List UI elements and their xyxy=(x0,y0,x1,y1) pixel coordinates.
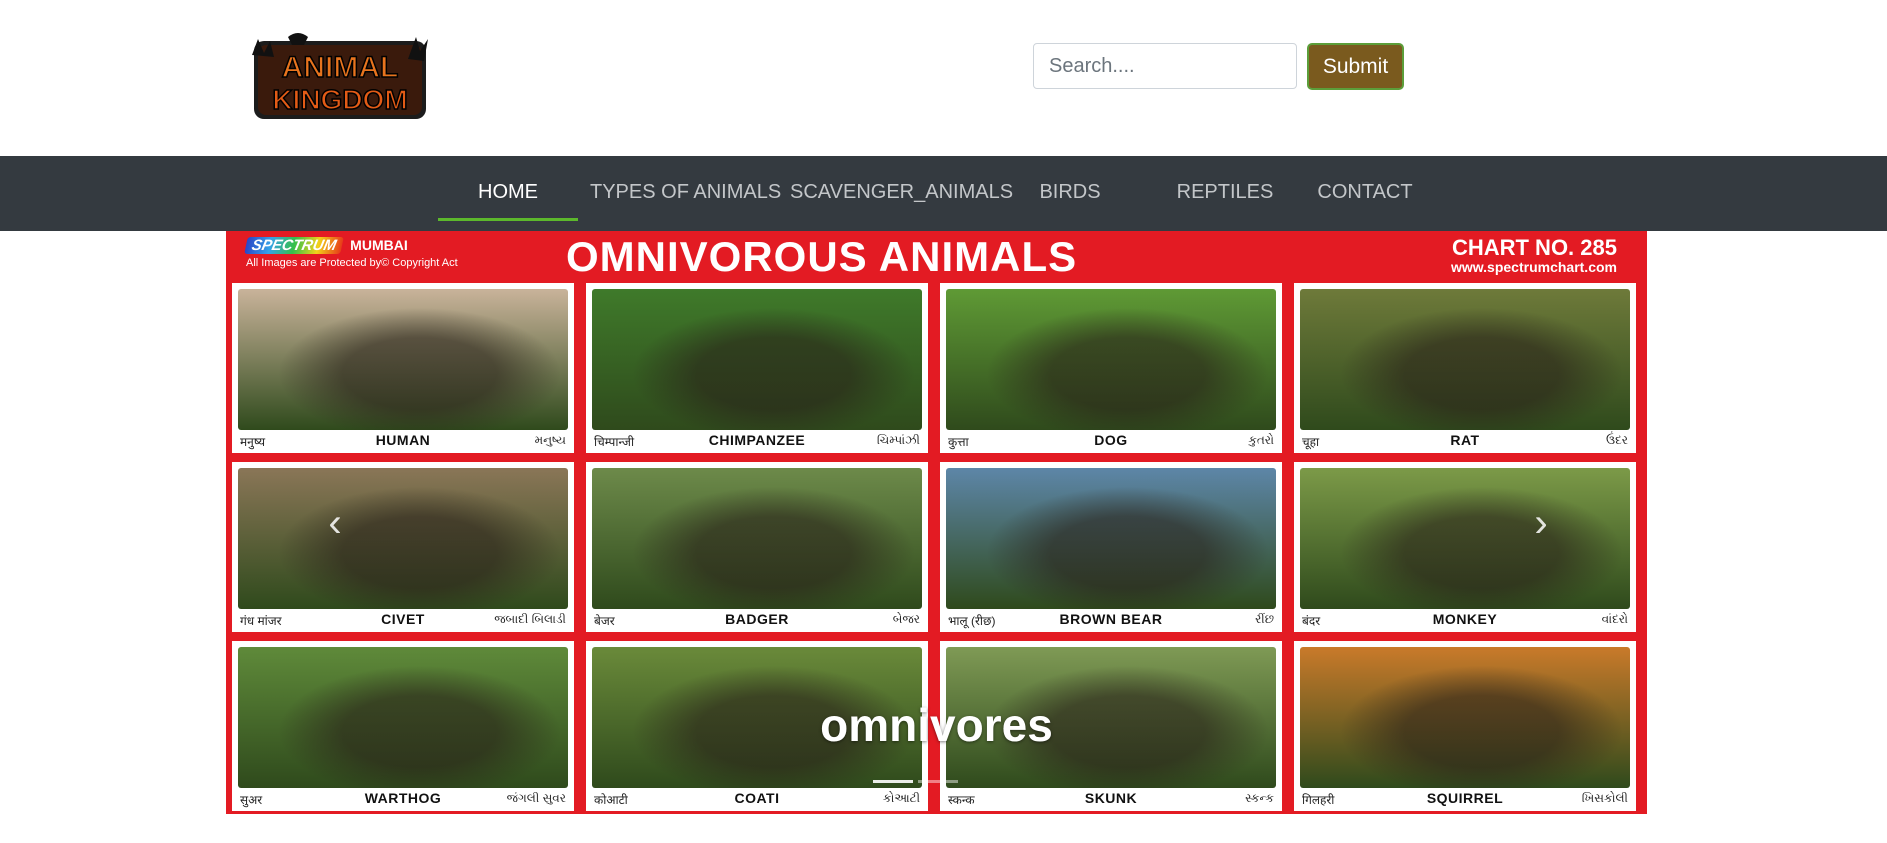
animal-name-english: COATI xyxy=(734,790,780,806)
animal-labels: बंदर MONKEY વાંદરો xyxy=(1302,609,1628,629)
animal-photo xyxy=(238,468,568,609)
animal-name-gujarati: ચિમ્પાંઝી xyxy=(876,433,920,447)
animal-labels: कुत्ता DOG કુતરો xyxy=(948,430,1274,450)
copyright-note: All Images are Protected by© Copyright A… xyxy=(246,257,458,269)
nav-item-types-of-animals[interactable]: TYPES OF ANIMALS xyxy=(590,156,781,231)
animal-name-english: SKUNK xyxy=(1084,790,1138,806)
animal-name-gujarati: ઉંદર xyxy=(1606,433,1628,447)
brand-name: SPECTRUM xyxy=(244,237,344,254)
animal-card: चूहा RAT ઉંદર xyxy=(1294,283,1636,453)
main-navbar: HOME TYPES OF ANIMALS SCAVENGER_ANIMALS … xyxy=(0,156,1887,231)
animal-labels: कोआटी COATI કોઆટી xyxy=(594,788,920,808)
animal-labels: गंध मांजर CIVET જબાદી બિલાડી xyxy=(240,609,566,629)
animal-name-english: BADGER xyxy=(725,611,789,627)
chart-number: CHART NO. 285 xyxy=(1451,235,1617,260)
site-header: ANIMAL KINGDOM Submit xyxy=(0,0,1887,156)
animal-kingdom-logo: ANIMAL KINGDOM xyxy=(252,33,428,119)
animal-labels: चूहा RAT ઉંદર xyxy=(1302,430,1628,450)
animal-labels: स्कन्क SKUNK સ્કન્ક xyxy=(948,788,1274,808)
animal-photo xyxy=(946,468,1276,609)
animal-name-gujarati: કોઆટી xyxy=(882,791,920,805)
animal-card: चिम्पान्जी CHIMPANZEE ચિમ્પાંઝી xyxy=(586,283,928,453)
carousel-indicator-1[interactable] xyxy=(873,780,913,783)
animal-name-english: MONKEY xyxy=(1432,611,1498,627)
submit-button[interactable]: Submit xyxy=(1307,43,1404,90)
animal-name-english: RAT xyxy=(1450,432,1480,448)
carousel-prev-icon[interactable]: ‹ xyxy=(320,503,350,543)
image-carousel: SPECTRUM MUMBAI All Images are Protected … xyxy=(226,231,1647,814)
carousel-caption: omnivores xyxy=(820,699,1053,751)
animal-photo xyxy=(1300,468,1630,609)
animal-card: बंदर MONKEY વાંદરો xyxy=(1294,462,1636,632)
carousel-indicator-2[interactable] xyxy=(918,780,958,783)
animal-labels: मनुष्य HUMAN મનુષ્ય xyxy=(240,430,566,450)
chart-header: SPECTRUM MUMBAI All Images are Protected … xyxy=(226,231,1647,280)
animal-card: गंध मांजर CIVET જબાદી બિલાડી xyxy=(232,462,574,632)
animal-photo xyxy=(946,289,1276,430)
animal-card: भालू (रीछ) BROWN BEAR રીંછ xyxy=(940,462,1282,632)
site-logo[interactable]: ANIMAL KINGDOM xyxy=(248,31,432,123)
animal-name-gujarati: મનુષ્ય xyxy=(534,433,566,447)
nav-item-contact[interactable]: CONTACT xyxy=(1315,156,1415,231)
chart-title: OMNIVOROUS ANIMALS xyxy=(566,233,1078,280)
logo-line2: KINGDOM xyxy=(272,84,407,115)
animal-name-gujarati: જંગલી સુવર xyxy=(506,791,566,805)
animal-name-gujarati: રીંછ xyxy=(1255,612,1274,626)
animal-labels: चिम्पान्जी CHIMPANZEE ચિમ્પાંઝી xyxy=(594,430,920,450)
animal-card: मनुष्य HUMAN મનુષ્ય xyxy=(232,283,574,453)
nav-item-birds[interactable]: BIRDS xyxy=(1030,156,1110,231)
search-input[interactable] xyxy=(1033,43,1297,89)
animal-photo xyxy=(1300,289,1630,430)
animal-name-english: BROWN BEAR xyxy=(1059,611,1163,627)
animal-labels: सुअर WARTHOG જંગલી સુવર xyxy=(240,788,566,808)
chart-brand: SPECTRUM MUMBAI All Images are Protected … xyxy=(244,237,458,269)
animal-labels: गिलहरी SQUIRREL ખિસકોલી xyxy=(1302,788,1628,808)
animal-card: कुत्ता DOG કુતરો xyxy=(940,283,1282,453)
animal-name-gujarati: ખિસકોલી xyxy=(1581,791,1628,805)
logo-line1: ANIMAL xyxy=(282,51,399,84)
animal-name-gujarati: સ્કન્ક xyxy=(1245,791,1274,805)
animal-name-english: CHIMPANZEE xyxy=(708,432,806,448)
brand-city: MUMBAI xyxy=(350,237,408,253)
nav-item-scavenger-animals[interactable]: SCAVENGER_ANIMALS xyxy=(790,156,1013,231)
nav-item-home[interactable]: HOME xyxy=(438,156,578,231)
animal-photo xyxy=(592,289,922,430)
animal-photo xyxy=(592,468,922,609)
animal-name-english: SQUIRREL xyxy=(1426,790,1504,806)
chart-url: www.spectrumchart.com xyxy=(1451,259,1617,275)
animal-labels: बेजर BADGER બેજર xyxy=(594,609,920,629)
animal-name-english: HUMAN xyxy=(375,432,431,448)
animal-name-gujarati: બેજર xyxy=(892,612,920,626)
animal-name-gujarati: જબાદી બિલાડી xyxy=(494,612,566,626)
animal-photo xyxy=(238,289,568,430)
animal-name-english: DOG xyxy=(1094,432,1128,448)
animal-card: बेजर BADGER બેજર xyxy=(586,462,928,632)
nav-item-reptiles[interactable]: REPTILES xyxy=(1170,156,1280,231)
animal-name-gujarati: વાંદરો xyxy=(1601,612,1628,626)
animal-labels: भालू (रीछ) BROWN BEAR રીંછ xyxy=(948,609,1274,629)
carousel-next-icon[interactable]: › xyxy=(1526,503,1556,543)
animal-name-gujarati: કુતરો xyxy=(1248,433,1274,447)
